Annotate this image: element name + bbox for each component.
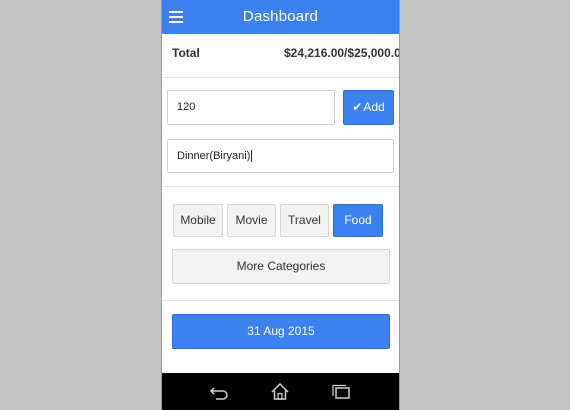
category-mobile-button[interactable]: Mobile: [173, 204, 223, 237]
text-cursor: [251, 150, 253, 163]
home-icon[interactable]: [269, 381, 291, 403]
description-value: Dinner(Biryani): [177, 150, 251, 162]
add-button[interactable]: ✔Add: [343, 90, 394, 125]
total-label: Total: [172, 46, 200, 60]
total-value: $24,216.00/$25,000.0: [284, 46, 400, 60]
divider: [162, 186, 399, 187]
phone-screen: Dashboard Total $24,216.00/$25,000.0 120…: [161, 0, 400, 410]
app-bar: Dashboard: [162, 0, 399, 34]
date-picker-button[interactable]: 31 Aug 2015: [172, 314, 390, 349]
check-icon: ✔: [352, 100, 363, 114]
category-movie-button[interactable]: Movie: [227, 204, 276, 237]
back-icon[interactable]: [208, 381, 230, 403]
total-summary: Total $24,216.00/$25,000.0: [162, 34, 399, 78]
add-button-label: Add: [363, 100, 385, 114]
amount-input[interactable]: 120: [167, 90, 335, 125]
more-categories-button[interactable]: More Categories: [172, 249, 390, 284]
divider: [162, 300, 399, 301]
category-travel-button[interactable]: Travel: [280, 204, 329, 237]
description-input[interactable]: Dinner(Biryani): [167, 139, 394, 173]
category-food-button[interactable]: Food: [333, 204, 383, 237]
page-title: Dashboard: [242, 8, 319, 25]
recent-apps-icon[interactable]: [330, 381, 352, 403]
system-nav-bar: [162, 373, 399, 410]
